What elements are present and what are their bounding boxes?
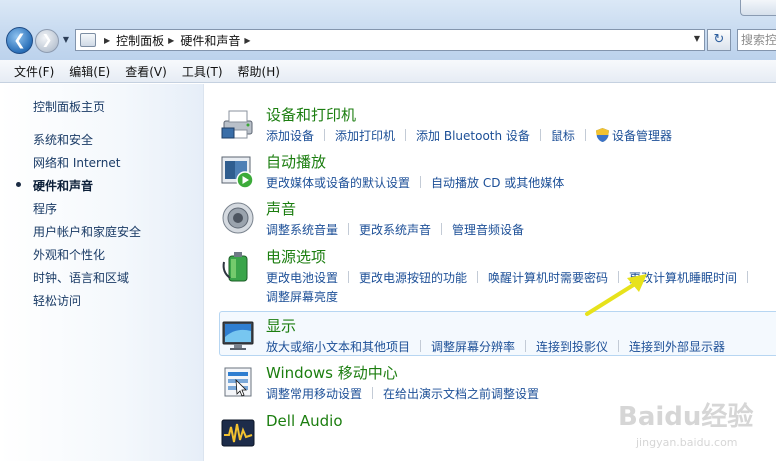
category-title[interactable]: Dell Audio [266, 412, 343, 430]
link-manage-audio-devices[interactable]: 管理音频设备 [452, 221, 524, 240]
sidebar-item-system-security[interactable]: 系统和安全 [33, 131, 93, 148]
speaker-icon [222, 202, 254, 234]
link-mouse[interactable]: 鼠标 [551, 127, 575, 146]
menu-bar: 文件(F) 编辑(E) 查看(V) 工具(T) 帮助(H) [0, 60, 776, 83]
chevron-right-icon[interactable]: ▶ [168, 36, 174, 45]
link-divider [420, 340, 422, 352]
link-power-button-function[interactable]: 更改电源按钮的功能 [359, 269, 467, 288]
link-adjust-screen-brightness[interactable]: 调整屏幕亮度 [266, 288, 338, 307]
link-divider [584, 129, 586, 141]
address-bar[interactable]: ▶ 控制面板 ▶ 硬件和声音 ▶ ▼ [75, 29, 705, 51]
link-divider [405, 129, 407, 141]
annotation-arrow-icon [585, 274, 647, 316]
watermark-url: jingyan.baidu.com [635, 436, 738, 449]
refresh-button[interactable]: ↻ [707, 29, 731, 51]
link-divider [348, 223, 350, 235]
link-divider [420, 176, 422, 188]
search-input[interactable]: 搜索控 [737, 29, 776, 51]
category-title[interactable]: Windows 移动中心 [266, 362, 398, 383]
link-divider [372, 387, 374, 399]
link-change-media-defaults[interactable]: 更改媒体或设备的默认设置 [266, 174, 410, 193]
menu-tools[interactable]: 工具(T) [182, 63, 223, 80]
link-adjust-screen-resolution[interactable]: 调整屏幕分辨率 [431, 338, 515, 357]
link-make-text-larger-smaller[interactable]: 放大或缩小文本和其他项目 [266, 338, 410, 357]
display-icon [222, 321, 254, 350]
link-autoplay-cd[interactable]: 自动播放 CD 或其他媒体 [431, 174, 564, 193]
watermark-logo: Baidu经验 [618, 401, 753, 432]
link-device-manager[interactable]: 设备管理器 [595, 127, 672, 146]
menu-file[interactable]: 文件(F) [14, 63, 54, 80]
category-links: 更改电池设置 更改电源按钮的功能 唤醒计算机时需要密码 更改计算机睡眠时间调整屏幕亮度 [266, 269, 776, 307]
link-connect-projector[interactable]: 连接到投影仪 [536, 338, 608, 357]
category-title[interactable]: 声音 [266, 198, 296, 219]
recent-pages-dropdown-icon[interactable]: ▼ [61, 35, 71, 45]
sidebar-item-network-internet[interactable]: 网络和 Internet [33, 154, 120, 171]
category-title[interactable]: 显示 [266, 315, 296, 336]
printer-icon [221, 110, 253, 139]
link-connect-external-display[interactable]: 连接到外部显示器 [629, 338, 725, 357]
link-add-device[interactable]: 添加设备 [266, 127, 314, 146]
sidebar-item-programs[interactable]: 程序 [33, 200, 57, 217]
menu-help[interactable]: 帮助(H) [238, 63, 280, 80]
link-divider [539, 129, 541, 141]
forward-button[interactable]: ❯ [35, 29, 59, 53]
chevron-right-icon[interactable]: ▶ [244, 36, 250, 45]
mobility-center-icon [224, 367, 252, 397]
category-title[interactable]: 自动播放 [266, 151, 326, 172]
link-presentation-settings[interactable]: 在给出演示文档之前调整设置 [383, 385, 539, 404]
autoplay-icon [221, 156, 254, 189]
link-device-manager-label: 设备管理器 [611, 129, 672, 143]
breadcrumb-hardware-sound[interactable]: 硬件和声音 [180, 32, 240, 49]
baidu-jingyan-watermark: Baidu经验 jingyan.baidu.com [618, 401, 753, 449]
battery-icon [222, 252, 248, 282]
menu-edit[interactable]: 编辑(E) [69, 63, 110, 80]
link-divider [348, 271, 350, 283]
breadcrumb-control-panel[interactable]: 控制面板 [116, 32, 164, 49]
link-change-battery-settings[interactable]: 更改电池设置 [266, 269, 338, 288]
sidebar-item-user-accounts[interactable]: 用户帐户和家庭安全 [33, 223, 141, 240]
control-panel-icon [80, 33, 96, 47]
link-divider [324, 129, 326, 141]
link-divider [525, 340, 527, 352]
category-links: 放大或缩小文本和其他项目 调整屏幕分辨率 连接到投影仪 连接到外部显示器 [266, 338, 776, 357]
chevron-right-icon[interactable]: ▶ [104, 36, 110, 45]
category-title[interactable]: 设备和打印机 [266, 104, 356, 125]
link-divider [477, 271, 479, 283]
link-divider [441, 223, 443, 235]
link-divider [618, 340, 620, 352]
window-control-button[interactable] [740, 0, 776, 16]
link-adjust-mobility-settings[interactable]: 调整常用移动设置 [266, 385, 362, 404]
link-adjust-volume[interactable]: 调整系统音量 [266, 221, 338, 240]
sidebar-item-ease-of-access[interactable]: 轻松访问 [33, 292, 81, 309]
uac-shield-icon [595, 128, 609, 142]
link-divider [747, 271, 749, 283]
link-add-printer[interactable]: 添加打印机 [335, 127, 395, 146]
address-dropdown-icon[interactable]: ▼ [694, 34, 700, 43]
category-links: 更改媒体或设备的默认设置 自动播放 CD 或其他媒体 [266, 174, 776, 193]
dell-audio-icon [221, 419, 255, 447]
category-links: 添加设备 添加打印机 添加 Bluetooth 设备 鼠标 设备管理器 [266, 127, 776, 146]
sidebar-item-clock-language[interactable]: 时钟、语言和区域 [33, 269, 129, 286]
menu-view[interactable]: 查看(V) [125, 63, 167, 80]
link-change-system-sounds[interactable]: 更改系统声音 [359, 221, 431, 240]
category-title[interactable]: 电源选项 [266, 246, 326, 267]
sidebar-item-appearance[interactable]: 外观和个性化 [33, 246, 105, 263]
navigation-pane: 控制面板主页 系统和安全 网络和 Internet 硬件和声音 程序 用户帐户和… [0, 84, 204, 461]
sidebar-item-control-panel-home[interactable]: 控制面板主页 [33, 98, 105, 115]
current-item-bullet-icon [16, 182, 21, 187]
link-add-bluetooth-device[interactable]: 添加 Bluetooth 设备 [416, 127, 530, 146]
back-button[interactable]: ❮ [6, 27, 33, 54]
category-links: 调整系统音量 更改系统声音 管理音频设备 [266, 221, 776, 240]
address-toolbar: ❮ ❯ ▼ ▶ 控制面板 ▶ 硬件和声音 ▶ ▼ ↻ 搜索控 [0, 0, 776, 60]
sidebar-item-hardware-sound[interactable]: 硬件和声音 [33, 177, 93, 194]
